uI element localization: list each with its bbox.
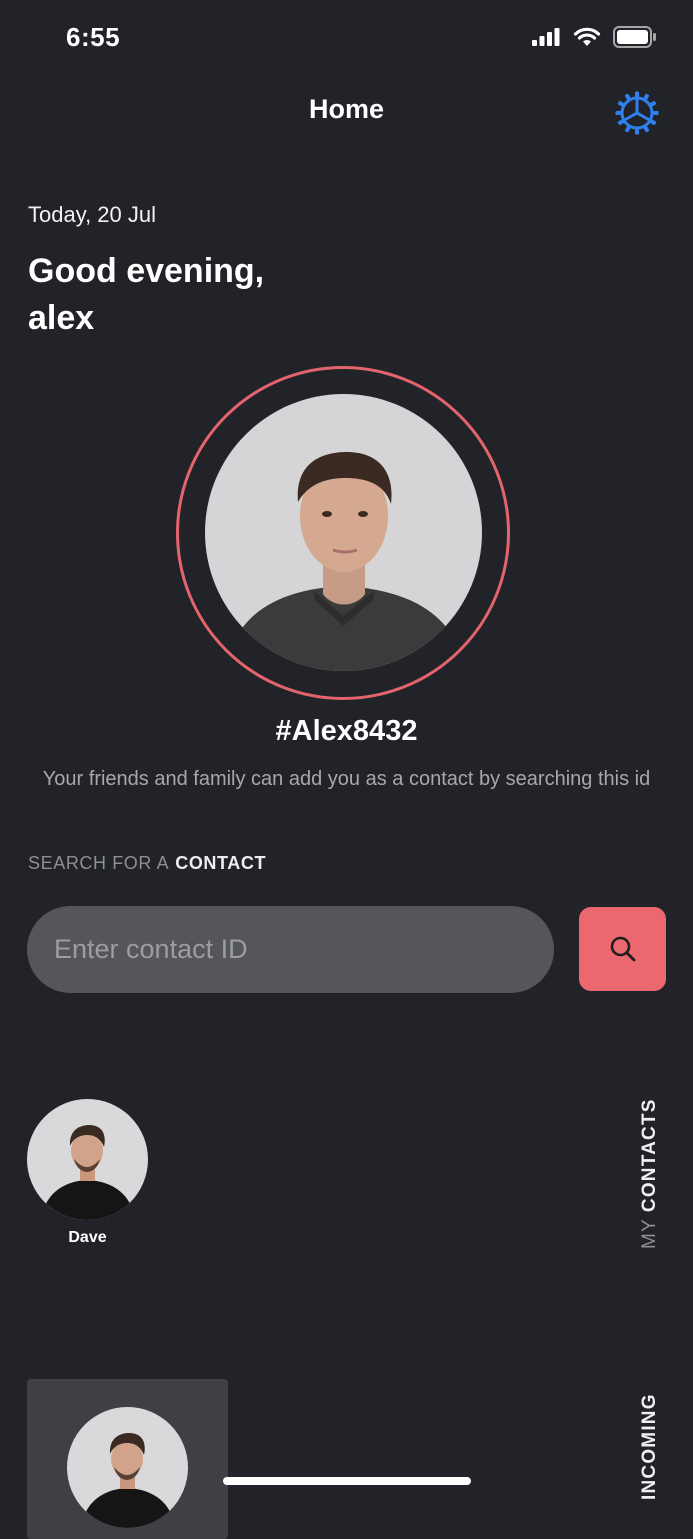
my-contacts-section-label[interactable]: MY CONTACTS (639, 1098, 661, 1249)
search-heading-prefix: SEARCH FOR A (28, 853, 170, 873)
settings-button[interactable] (614, 90, 660, 136)
incoming-label: INCOMING (639, 1393, 660, 1500)
greeting-line: Good evening, (28, 252, 265, 290)
search-heading: SEARCH FOR A CONTACT (28, 853, 266, 874)
status-icons (531, 26, 657, 48)
settings-gear-icon (615, 91, 659, 135)
status-time: 6:55 (66, 22, 121, 52)
greeting-heading: Good evening, alex (28, 248, 264, 342)
incoming-contact-avatar (67, 1407, 188, 1528)
home-indicator (223, 1477, 471, 1485)
date-label: Today, 20 Jul (28, 202, 157, 227)
battery-icon (613, 26, 656, 48)
profile-avatar[interactable] (205, 394, 482, 671)
search-heading-emphasis: CONTACT (175, 853, 267, 873)
user-id-hint: Your friends and family can add you as a… (42, 768, 651, 790)
contact-name: Dave (68, 1229, 107, 1246)
cellular-signal-icon (532, 28, 560, 46)
page-title: Home (308, 94, 384, 124)
greeting-username: alex (28, 299, 95, 337)
incoming-section-label[interactable]: INCOMING (639, 1393, 661, 1500)
contact-id-input[interactable] (27, 906, 554, 993)
search-button[interactable] (579, 907, 666, 991)
my-contacts-label-emphasis: CONTACTS (639, 1098, 660, 1213)
contact-avatar (27, 1099, 148, 1220)
contact-item[interactable]: Dave (27, 1099, 148, 1247)
search-icon (610, 936, 635, 962)
user-id: #Alex8432 (275, 715, 418, 747)
my-contacts-label-prefix: MY (639, 1218, 660, 1249)
wifi-icon (573, 27, 601, 46)
